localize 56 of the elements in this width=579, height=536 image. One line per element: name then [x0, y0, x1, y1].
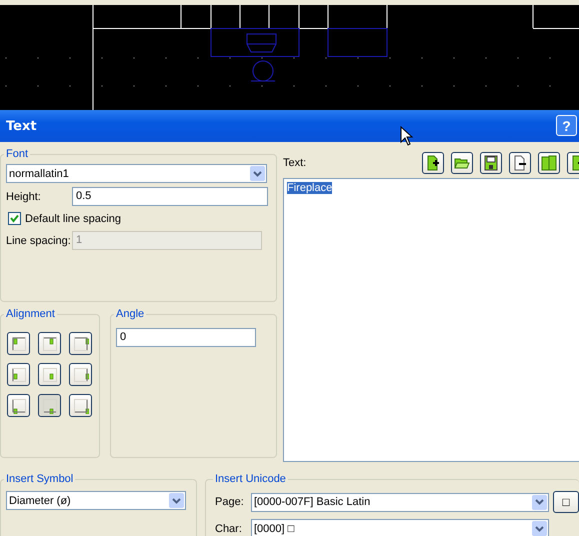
alignment-button[interactable] — [7, 363, 30, 386]
alignment-button[interactable] — [38, 394, 61, 417]
alignment-icon — [10, 366, 26, 382]
chevron-down-icon — [535, 526, 544, 532]
page-dropdown[interactable]: [0000-007F] Basic Latin — [251, 492, 549, 512]
folder-icon — [454, 156, 470, 170]
insert-char-button[interactable]: □ — [553, 491, 579, 513]
font-dropdown[interactable]: normallatin1 — [6, 164, 267, 183]
group-title: Font — [5, 148, 30, 160]
alignment-button[interactable] — [7, 332, 30, 355]
alignment-icon — [72, 398, 88, 414]
char-dropdown[interactable]: [0000] □ — [251, 519, 549, 536]
alignment-button[interactable] — [7, 394, 30, 417]
alignment-button[interactable] — [69, 363, 92, 386]
insert-button[interactable] — [422, 152, 444, 174]
alignment-icon — [72, 366, 88, 382]
save-button[interactable] — [480, 152, 502, 174]
open-button[interactable] — [451, 152, 473, 174]
text-label: Text: — [283, 157, 306, 169]
alignment-icon — [42, 398, 58, 414]
check-icon — [10, 214, 19, 223]
symbol-dropdown[interactable]: Diameter (ø) — [6, 491, 186, 510]
alignment-button[interactable] — [38, 332, 61, 355]
file-minus-icon — [513, 155, 527, 171]
alignment-icon — [42, 366, 58, 382]
alignment-button[interactable] — [69, 332, 92, 355]
remove-button[interactable] — [509, 152, 531, 174]
double-page-icon — [541, 155, 557, 171]
alignment-icon — [42, 336, 58, 352]
group-title: Angle — [115, 308, 146, 320]
checkbox-label: Default line spacing — [25, 212, 122, 224]
chevron-down-icon — [253, 170, 262, 176]
checkbox[interactable] — [8, 212, 21, 225]
text-area[interactable]: Fireplace — [283, 178, 579, 462]
new-file-icon — [426, 155, 440, 171]
mouse-pointer-icon — [400, 126, 414, 146]
text-content: Fireplace — [287, 182, 332, 194]
height-field[interactable]: 0.5 — [72, 187, 268, 206]
field-label: Line spacing: — [6, 234, 68, 246]
help-button[interactable]: ? — [556, 115, 577, 136]
field-label: Char: — [215, 522, 243, 534]
group-title: Insert Symbol — [5, 473, 74, 485]
field-label: Page: — [215, 496, 245, 508]
alignment-button[interactable] — [38, 363, 61, 386]
alignment-icon — [10, 336, 26, 352]
alignment-icon — [10, 398, 26, 414]
alignment-button[interactable] — [69, 394, 92, 417]
chevron-down-icon — [535, 499, 544, 505]
window-title: Text — [6, 118, 37, 134]
group-title: Alignment — [5, 308, 56, 320]
group-title: Insert Unicode — [214, 473, 287, 485]
copy-button[interactable] — [538, 152, 560, 174]
alignment-icon — [72, 336, 88, 352]
angle-field[interactable]: 0 — [116, 328, 256, 347]
chevron-down-icon — [172, 498, 181, 504]
field-label: Height: — [6, 190, 42, 202]
